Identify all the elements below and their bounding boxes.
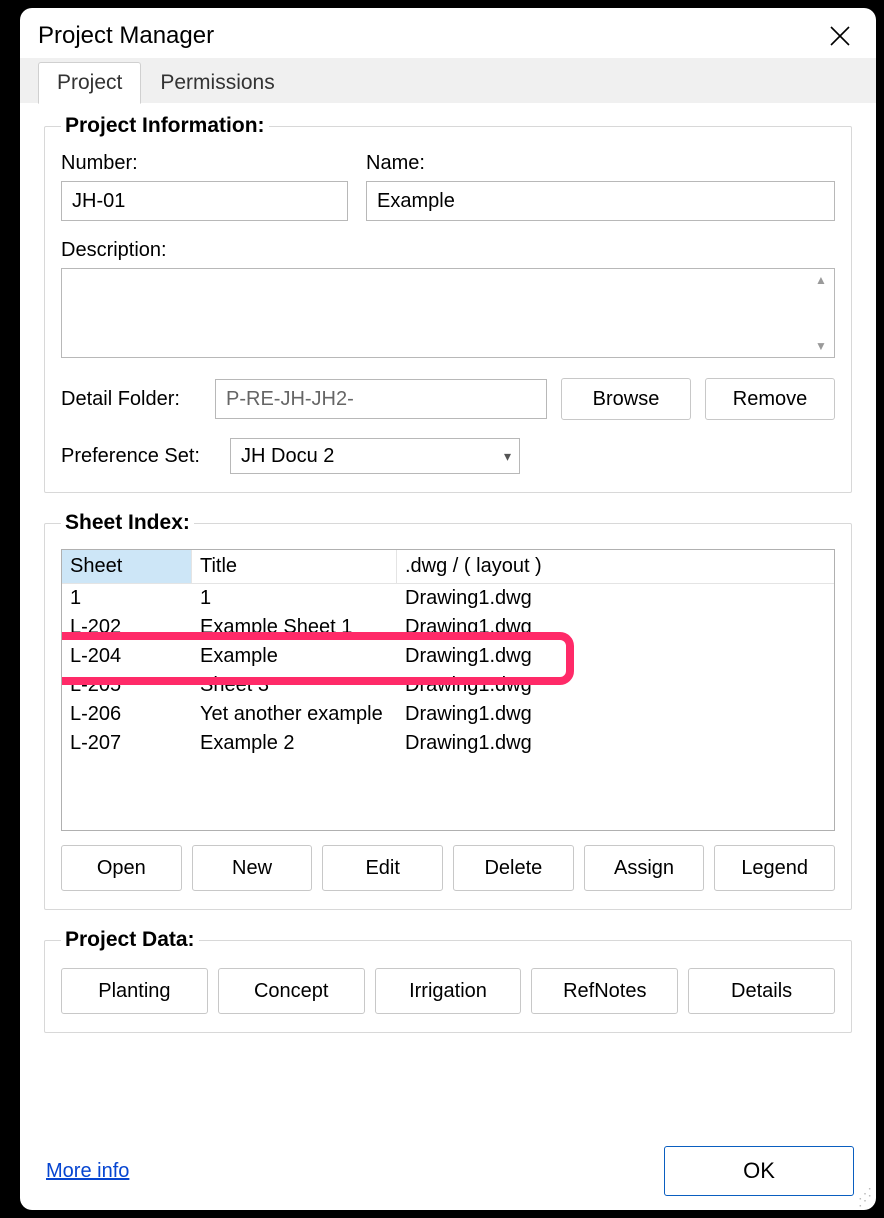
number-input[interactable] <box>61 181 348 221</box>
preference-set-select[interactable]: JH Docu 2 ▾ <box>230 438 520 474</box>
ok-button[interactable]: OK <box>664 1146 854 1196</box>
table-row[interactable]: L-205 Sheet 3 Drawing1.dwg <box>62 671 834 700</box>
tab-content: Project Information: Number: Name: Descr… <box>20 104 876 1138</box>
details-button[interactable]: Details <box>688 968 835 1014</box>
bottom-bar: More info OK <box>20 1138 876 1210</box>
refnotes-button[interactable]: RefNotes <box>531 968 678 1014</box>
table-row[interactable]: L-204 Example Drawing1.dwg <box>62 642 834 671</box>
chevron-down-icon: ▾ <box>504 448 511 465</box>
remove-button[interactable]: Remove <box>705 378 835 420</box>
sheet-table-header: Sheet Title .dwg / ( layout ) <box>62 550 834 584</box>
cell-title: 1 <box>192 587 397 610</box>
cell-sheet: 1 <box>62 587 192 610</box>
cell-sheet: L-202 <box>62 616 192 639</box>
preference-set-value: JH Docu 2 <box>241 445 334 468</box>
resize-grip-icon[interactable]: ⋰⋰ <box>856 1190 872 1206</box>
cell-title: Example 2 <box>192 732 397 755</box>
sheet-index-legend: Sheet Index: <box>61 511 194 535</box>
cell-sheet: L-206 <box>62 703 192 726</box>
table-row[interactable]: L-202 Example Sheet 1 Drawing1.dwg <box>62 613 834 642</box>
description-input[interactable]: ▲ ▼ <box>61 268 835 358</box>
sheet-buttons: Open New Edit Delete Assign Legend <box>61 845 835 891</box>
cell-title: Sheet 3 <box>192 674 397 697</box>
cell-dwg: Drawing1.dwg <box>397 674 834 697</box>
sheet-table[interactable]: Sheet Title .dwg / ( layout ) 1 1 Drawin… <box>61 549 835 831</box>
sheet-table-body: 1 1 Drawing1.dwg L-202 Example Sheet 1 D… <box>62 584 834 758</box>
description-label: Description: <box>61 239 835 262</box>
more-info-link[interactable]: More info <box>46 1160 129 1183</box>
cell-dwg: Drawing1.dwg <box>397 732 834 755</box>
name-label: Name: <box>366 152 835 175</box>
project-manager-window: Project Manager Project Permissions Proj… <box>20 8 876 1210</box>
planting-button[interactable]: Planting <box>61 968 208 1014</box>
assign-button[interactable]: Assign <box>584 845 705 891</box>
scrollbar[interactable]: ▲ ▼ <box>811 273 831 353</box>
cell-sheet: L-207 <box>62 732 192 755</box>
cell-dwg: Drawing1.dwg <box>397 703 834 726</box>
detail-folder-input[interactable] <box>215 379 547 419</box>
name-input[interactable] <box>366 181 835 221</box>
cell-sheet: L-205 <box>62 674 192 697</box>
detail-folder-label: Detail Folder: <box>61 388 201 411</box>
cell-dwg: Drawing1.dwg <box>397 616 834 639</box>
table-row[interactable]: 1 1 Drawing1.dwg <box>62 584 834 613</box>
tabs: Project Permissions <box>20 58 876 104</box>
cell-dwg: Drawing1.dwg <box>397 587 834 610</box>
close-icon[interactable] <box>826 22 854 50</box>
scroll-up-icon[interactable]: ▲ <box>815 273 827 287</box>
preference-set-label: Preference Set: <box>61 445 216 468</box>
concept-button[interactable]: Concept <box>218 968 365 1014</box>
tab-permissions[interactable]: Permissions <box>141 62 293 104</box>
col-header-title[interactable]: Title <box>192 550 397 583</box>
cell-title: Example Sheet 1 <box>192 616 397 639</box>
irrigation-button[interactable]: Irrigation <box>375 968 522 1014</box>
window-title: Project Manager <box>38 22 214 50</box>
cell-title: Yet another example <box>192 703 397 726</box>
project-data-buttons: Planting Concept Irrigation RefNotes Det… <box>61 968 835 1014</box>
project-data-group: Project Data: Planting Concept Irrigatio… <box>44 928 852 1033</box>
project-information-legend: Project Information: <box>61 114 269 138</box>
project-data-legend: Project Data: <box>61 928 199 952</box>
browse-button[interactable]: Browse <box>561 378 691 420</box>
table-row[interactable]: L-206 Yet another example Drawing1.dwg <box>62 700 834 729</box>
cell-title: Example <box>192 645 397 668</box>
number-label: Number: <box>61 152 348 175</box>
titlebar: Project Manager <box>20 8 876 58</box>
edit-button[interactable]: Edit <box>322 845 443 891</box>
legend-button[interactable]: Legend <box>714 845 835 891</box>
delete-button[interactable]: Delete <box>453 845 574 891</box>
new-button[interactable]: New <box>192 845 313 891</box>
table-row[interactable]: L-207 Example 2 Drawing1.dwg <box>62 729 834 758</box>
col-header-sheet[interactable]: Sheet <box>62 550 192 583</box>
cell-dwg: Drawing1.dwg <box>397 645 834 668</box>
scroll-down-icon[interactable]: ▼ <box>815 339 827 353</box>
open-button[interactable]: Open <box>61 845 182 891</box>
cell-sheet: L-204 <box>62 645 192 668</box>
tab-project[interactable]: Project <box>38 62 141 104</box>
project-information-group: Project Information: Number: Name: Descr… <box>44 114 852 493</box>
col-header-dwg[interactable]: .dwg / ( layout ) <box>397 550 834 583</box>
sheet-index-group: Sheet Index: Sheet Title .dwg / ( layout… <box>44 511 852 910</box>
